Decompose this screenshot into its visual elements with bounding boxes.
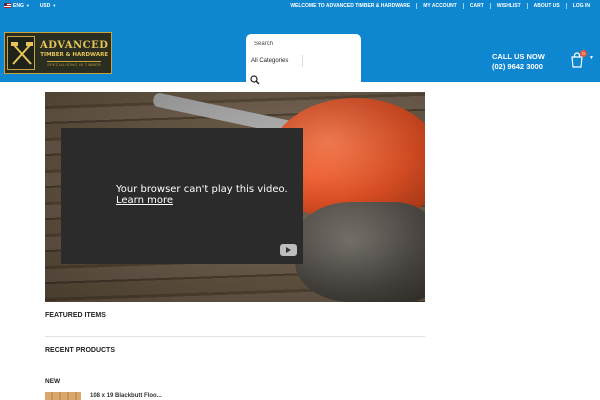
new-badge: NEW	[45, 378, 61, 385]
search-input[interactable]	[254, 39, 349, 48]
top-bar-links: WELCOME TO ADVANCED TIMBER & HARDWARE MY…	[284, 3, 596, 9]
phone-number[interactable]: (02) 9642 3000	[492, 62, 545, 72]
video-error-message: Your browser can't play this video. Lear…	[116, 184, 288, 206]
product-name-link[interactable]: 108 x 19 Blackbutt Floo...	[90, 393, 162, 399]
search-box: All Categories	[246, 34, 361, 86]
currency-label: USD	[39, 3, 51, 9]
my-account-link[interactable]: MY ACCOUNT	[416, 3, 463, 9]
logo-line-2: TIMBER & HARDWARE	[40, 51, 109, 58]
search-icon	[250, 75, 260, 85]
video-error-text: Your browser can't play this video.	[116, 184, 288, 195]
welcome-text: WELCOME TO ADVANCED TIMBER & HARDWARE	[290, 3, 411, 9]
logo-tagline: SPECIALISING IN TIMBER	[47, 60, 102, 67]
logo-text: ADVANCED TIMBER & HARDWARE SPECIALISING …	[40, 40, 108, 67]
crossed-tools-icon	[11, 42, 33, 65]
log-in-link[interactable]: LOG IN	[565, 3, 596, 9]
us-flag-icon	[4, 3, 11, 9]
page: ENG ▼ USD ▼ WELCOME TO ADVANCED TIMBER & H…	[0, 0, 600, 400]
logo-line-1: ADVANCED	[40, 39, 109, 51]
language-label: ENG	[13, 3, 24, 9]
section-divider	[45, 336, 425, 337]
chevron-down-icon[interactable]: ▼	[589, 55, 594, 61]
featured-items-heading: FEATURED ITEMS	[45, 312, 106, 319]
recent-products-heading: RECENT PRODUCTS	[45, 347, 116, 354]
wishlist-link[interactable]: WISHLIST	[489, 3, 527, 9]
chevron-down-icon: ▼	[25, 3, 30, 8]
top-bar-left: ENG ▼ USD ▼	[4, 3, 56, 9]
logo-emblem	[7, 36, 35, 70]
category-select[interactable]: All Categories	[250, 55, 303, 67]
product-thumbnail[interactable]	[45, 392, 81, 400]
currency-selector[interactable]: USD ▼	[40, 3, 57, 9]
search-button[interactable]	[250, 72, 262, 85]
youtube-icon[interactable]	[280, 244, 297, 256]
site-logo[interactable]: ADVANCED TIMBER & HARDWARE SPECIALISING …	[4, 32, 112, 74]
hero-banner: Your browser can't play this video. Lear…	[45, 92, 425, 302]
about-us-link[interactable]: ABOUT US	[526, 3, 566, 9]
site-header: ADVANCED TIMBER & HARDWARE SPECIALISING …	[0, 12, 600, 86]
call-us: CALL US NOW (02) 9642 3000	[492, 52, 545, 72]
chevron-down-icon: ▼	[52, 3, 57, 8]
cart-button[interactable]: 0	[569, 50, 587, 68]
video-player[interactable]: Your browser can't play this video. Lear…	[61, 128, 303, 264]
top-bar: ENG ▼ USD ▼ WELCOME TO ADVANCED TIMBER & H…	[0, 0, 600, 12]
learn-more-link[interactable]: Learn more	[116, 195, 288, 206]
cart-count-badge: 0	[580, 50, 587, 57]
cart-link[interactable]: CART	[462, 3, 490, 9]
language-selector[interactable]: ENG ▼	[4, 3, 30, 9]
call-label: CALL US NOW	[492, 52, 545, 61]
